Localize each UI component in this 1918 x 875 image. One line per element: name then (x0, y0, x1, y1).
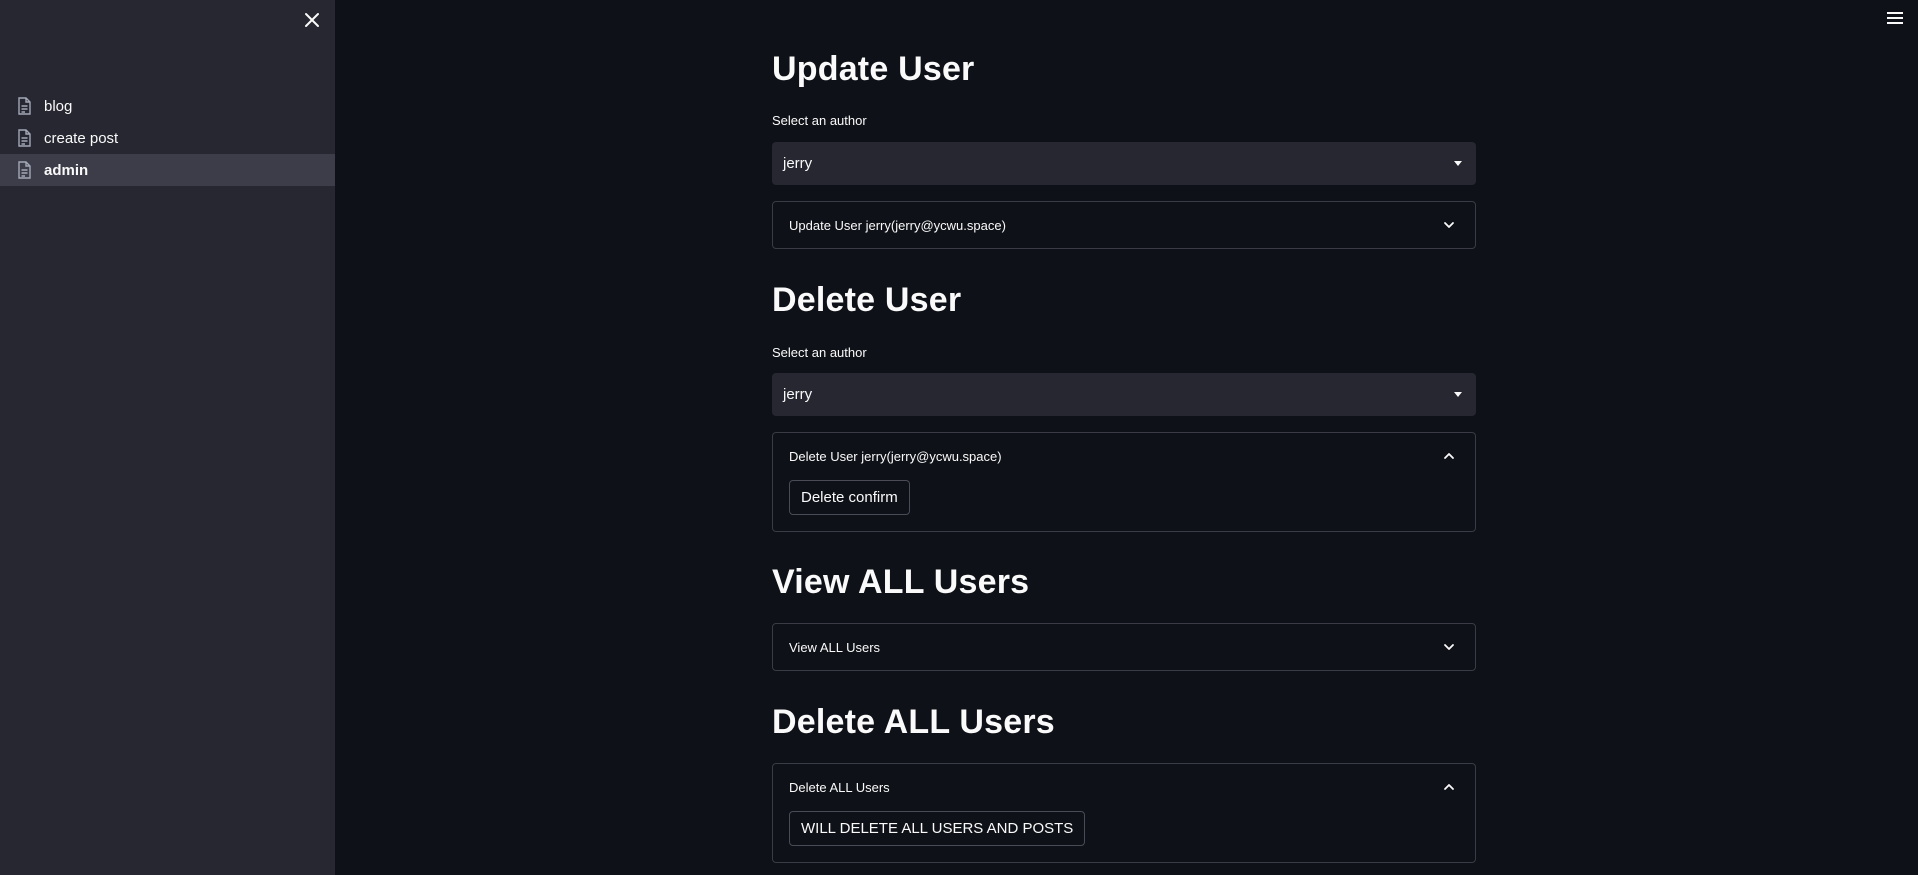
delete-user-heading: Delete User (772, 281, 962, 319)
document-icon (17, 161, 34, 179)
update-user-expander: Update User jerry(jerry@ycwu.space) (772, 201, 1476, 249)
delete-user-expander-header[interactable]: Delete User jerry(jerry@ycwu.space) (773, 433, 1475, 479)
document-icon (17, 129, 34, 147)
chevron-up-icon (1444, 453, 1454, 459)
update-author-value: jerry (783, 155, 813, 172)
chevron-down-icon (1444, 644, 1454, 650)
caret-down-icon (1454, 392, 1462, 397)
sidebar-item-label: create post (44, 129, 119, 147)
sidebar-item-admin[interactable]: admin (0, 154, 335, 186)
expander-title: Delete ALL Users (789, 779, 890, 795)
chevron-up-icon (1444, 784, 1454, 790)
delete-author-select[interactable]: jerry (772, 373, 1476, 416)
expander-title: Delete User jerry(jerry@ycwu.space) (789, 448, 1002, 464)
sidebar-item-create-post[interactable]: create post (0, 122, 335, 154)
menu-icon[interactable] (1884, 8, 1906, 28)
delete-all-users-expander-header[interactable]: Delete ALL Users (773, 764, 1475, 810)
view-all-users-expander: View ALL Users (772, 623, 1476, 671)
view-all-users-expander-header[interactable]: View ALL Users (773, 624, 1475, 670)
close-icon[interactable] (300, 8, 324, 32)
delete-all-users-heading: Delete ALL Users (772, 703, 1055, 741)
sidebar-item-label: admin (44, 161, 89, 179)
sidebar: blog create post admin (0, 0, 335, 875)
chevron-down-icon (1444, 222, 1454, 228)
update-user-expander-header[interactable]: Update User jerry(jerry@ycwu.space) (773, 202, 1475, 248)
caret-down-icon (1454, 161, 1462, 166)
update-author-select[interactable]: jerry (772, 142, 1476, 185)
delete-author-value: jerry (783, 386, 813, 403)
sidebar-nav: blog create post admin (0, 90, 335, 186)
sidebar-item-blog[interactable]: blog (0, 90, 335, 122)
delete-select-label: Select an author (772, 345, 867, 360)
sidebar-item-label: blog (44, 97, 73, 115)
delete-user-expander: Delete User jerry(jerry@ycwu.space) Dele… (772, 432, 1476, 532)
expander-title: Update User jerry(jerry@ycwu.space) (789, 217, 1006, 233)
document-icon (17, 97, 34, 115)
delete-all-users-expander: Delete ALL Users WILL DELETE ALL USERS A… (772, 763, 1476, 863)
update-user-heading: Update User (772, 50, 975, 88)
update-select-label: Select an author (772, 113, 867, 128)
app: blog create post admin Update User Selec… (0, 0, 1918, 875)
view-all-users-heading: View ALL Users (772, 563, 1030, 601)
expander-title: View ALL Users (789, 639, 881, 655)
delete-confirm-button[interactable]: Delete confirm (789, 480, 910, 515)
delete-all-users-button[interactable]: WILL DELETE ALL USERS AND POSTS (789, 811, 1086, 846)
